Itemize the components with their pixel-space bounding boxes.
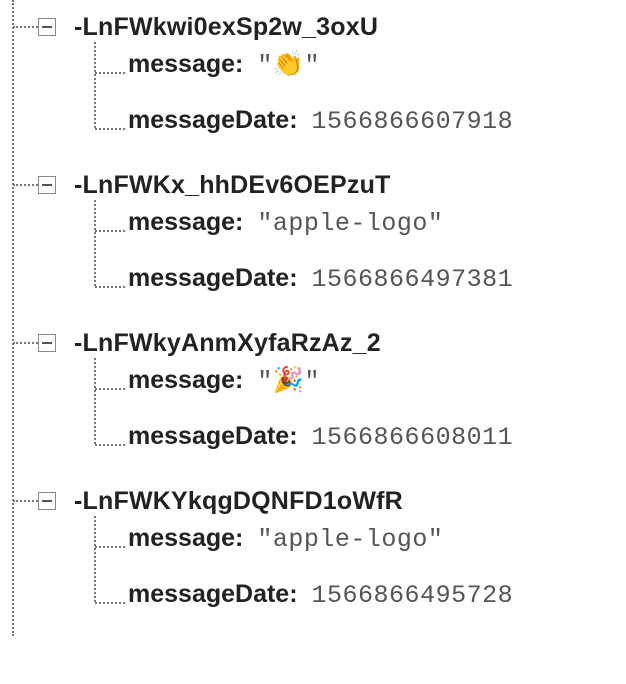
message-value: 🎉 xyxy=(273,367,305,396)
node-children: message: "apple-logo" messageDate: 15668… xyxy=(0,208,626,320)
messagedate-value: 1566866497381 xyxy=(312,265,514,294)
connector xyxy=(13,342,38,344)
message-value: apple-logo xyxy=(273,209,428,238)
collapse-toggle[interactable] xyxy=(38,492,56,510)
message-value: 👏 xyxy=(273,51,305,80)
messagedate-value: 1566866608011 xyxy=(312,423,514,452)
colon: : xyxy=(289,422,297,451)
tree-node: -LnFWKx_hhDEv6OEPzuT message: "apple-log… xyxy=(0,162,626,320)
connector xyxy=(95,128,125,130)
colon: : xyxy=(289,580,297,609)
database-tree: -LnFWkwi0exSp2w_3oxU message: "👏" messag… xyxy=(0,0,626,636)
property-value: "apple-logo" xyxy=(257,209,443,238)
child-row-messagedate[interactable]: messageDate: 1566866607918 xyxy=(60,106,626,162)
child-row-message[interactable]: message: "🎉" xyxy=(60,366,626,422)
tree-node: -LnFWkwi0exSp2w_3oxU message: "👏" messag… xyxy=(0,4,626,162)
property-key: messageDate xyxy=(128,106,289,135)
colon: : xyxy=(289,264,297,293)
connector xyxy=(95,546,125,548)
connector xyxy=(95,602,125,604)
colon: : xyxy=(235,208,243,237)
minus-icon xyxy=(42,26,52,28)
connector xyxy=(13,26,38,28)
child-row-messagedate[interactable]: messageDate: 1566866495728 xyxy=(60,580,626,636)
property-key: message xyxy=(128,208,235,237)
tree-node: -LnFWkyAnmXyfaRzAz_2 message: "🎉" messag… xyxy=(0,320,626,478)
node-children: message: "apple-logo" messageDate: 15668… xyxy=(0,524,626,636)
property-value: "👏" xyxy=(257,50,320,80)
connector xyxy=(95,388,125,390)
connector xyxy=(13,184,38,186)
messagedate-value: 1566866607918 xyxy=(312,107,514,136)
connector xyxy=(95,230,125,232)
colon: : xyxy=(235,50,243,79)
child-row-messagedate[interactable]: messageDate: 1566866608011 xyxy=(60,422,626,478)
connector xyxy=(95,72,125,74)
node-key: -LnFWKx_hhDEv6OEPzuT xyxy=(74,171,391,200)
colon: : xyxy=(235,366,243,395)
connector xyxy=(13,500,38,502)
connector xyxy=(95,444,125,446)
tree-node: -LnFWKYkqgDQNFD1oWfR message: "apple-log… xyxy=(0,478,626,636)
collapse-toggle[interactable] xyxy=(38,176,56,194)
child-row-messagedate[interactable]: messageDate: 1566866497381 xyxy=(60,264,626,320)
property-key: message xyxy=(128,524,235,553)
collapse-toggle[interactable] xyxy=(38,18,56,36)
child-row-message[interactable]: message: "apple-logo" xyxy=(60,208,626,264)
child-row-message[interactable]: message: "👏" xyxy=(60,50,626,106)
property-value: "🎉" xyxy=(257,366,320,396)
message-value: apple-logo xyxy=(273,525,428,554)
property-value: "apple-logo" xyxy=(257,525,443,554)
connector xyxy=(95,286,125,288)
node-children: message: "🎉" messageDate: 1566866608011 xyxy=(0,366,626,478)
property-key: message xyxy=(128,366,235,395)
messagedate-value: 1566866495728 xyxy=(312,581,514,610)
property-key: messageDate xyxy=(128,422,289,451)
minus-icon xyxy=(42,184,52,186)
collapse-toggle[interactable] xyxy=(38,334,56,352)
node-key: -LnFWkyAnmXyfaRzAz_2 xyxy=(74,329,381,358)
node-children: message: "👏" messageDate: 1566866607918 xyxy=(0,50,626,162)
child-row-message[interactable]: message: "apple-logo" xyxy=(60,524,626,580)
property-key: messageDate xyxy=(128,580,289,609)
node-key: -LnFWkwi0exSp2w_3oxU xyxy=(74,13,378,42)
colon: : xyxy=(289,106,297,135)
property-key: messageDate xyxy=(128,264,289,293)
minus-icon xyxy=(42,342,52,344)
minus-icon xyxy=(42,500,52,502)
node-key: -LnFWKYkqgDQNFD1oWfR xyxy=(74,487,403,516)
property-key: message xyxy=(128,50,235,79)
colon: : xyxy=(235,524,243,553)
